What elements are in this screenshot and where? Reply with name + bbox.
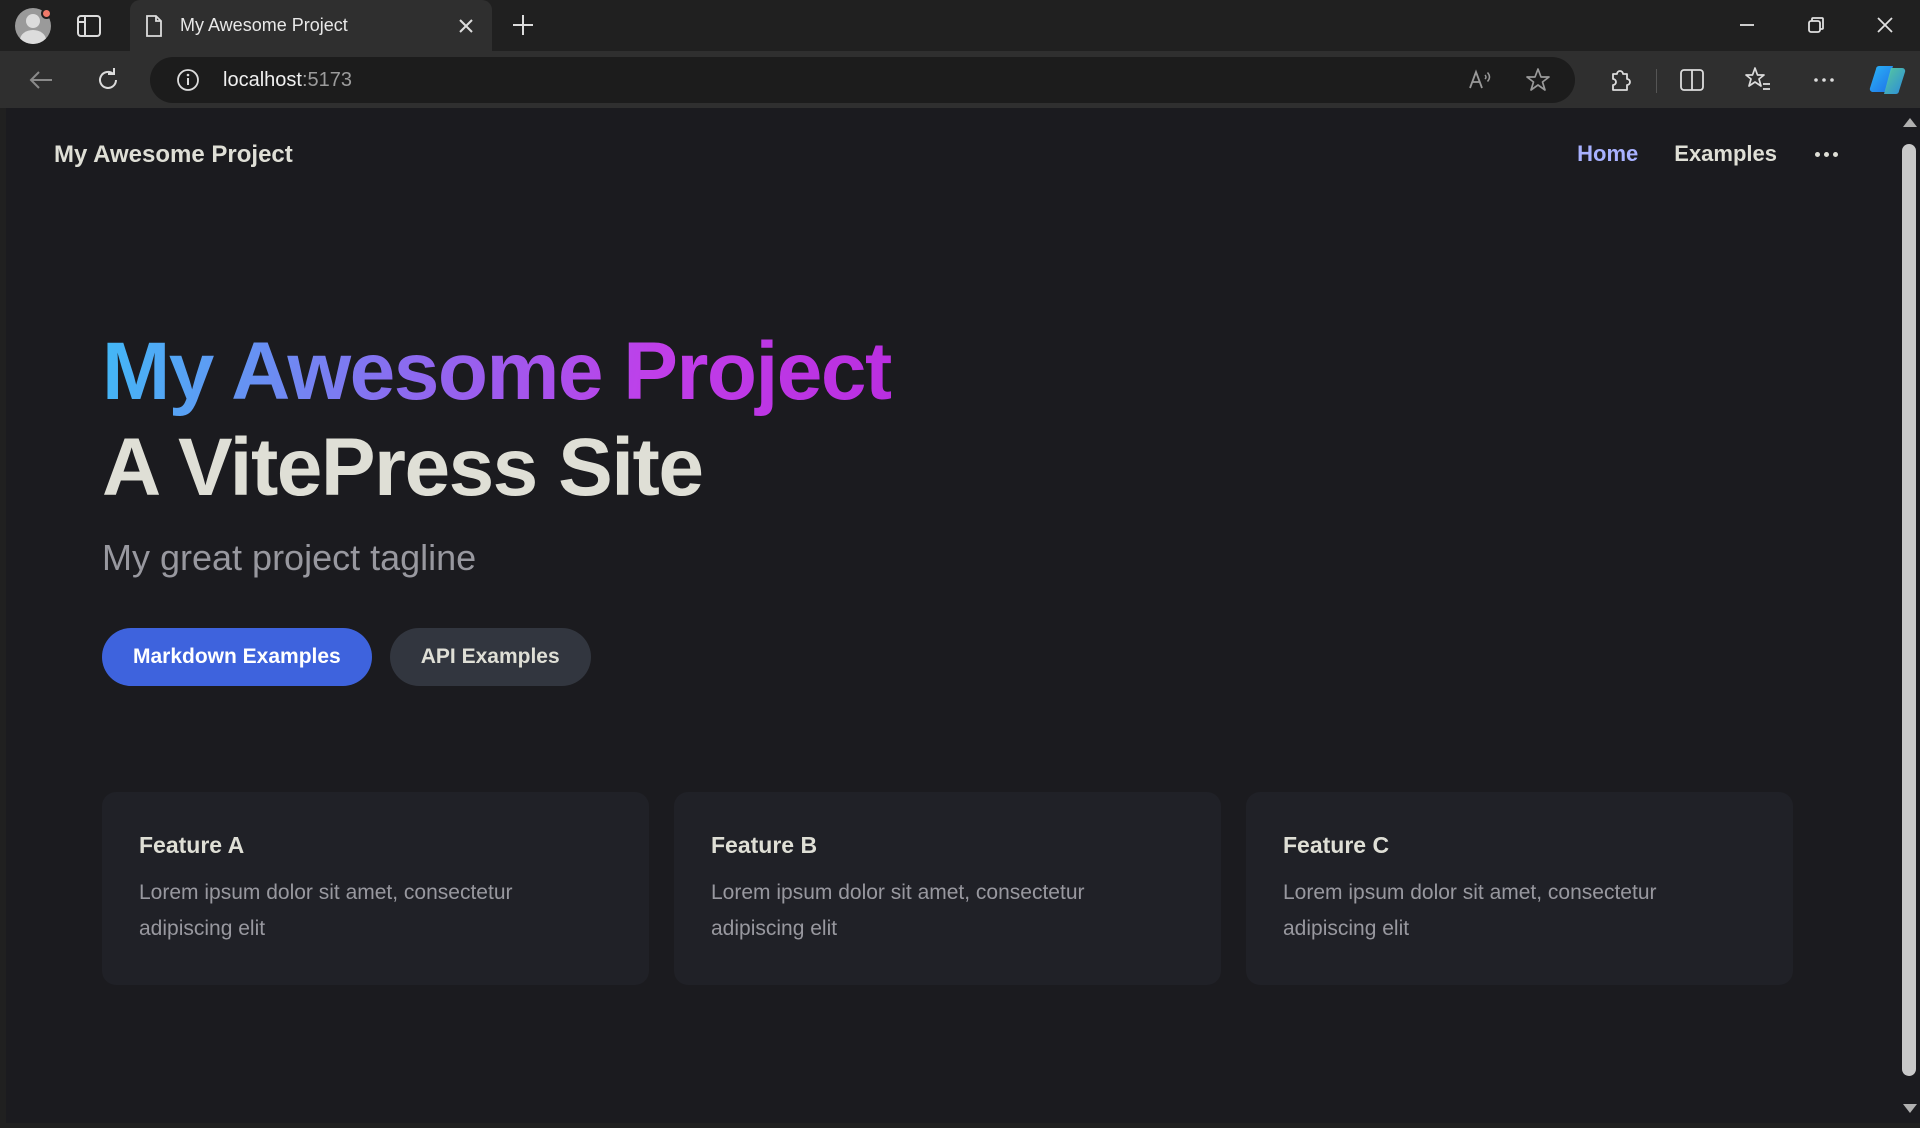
nav-links: Home Examples (1541, 141, 1838, 167)
site-info-icon[interactable] (176, 68, 200, 92)
scroll-up-arrow-icon[interactable] (1903, 118, 1917, 127)
split-screen-icon[interactable] (1677, 65, 1707, 95)
scroll-down-arrow-icon[interactable] (1903, 1104, 1917, 1113)
favorite-star-icon[interactable] (1525, 67, 1551, 93)
feature-details: Lorem ipsum dolor sit amet, consectetur … (1283, 881, 1657, 940)
hero-name: My Awesome Project (102, 324, 892, 420)
feature-title: Feature B (711, 832, 818, 858)
browser-tabstrip: My Awesome Project (0, 0, 1920, 51)
close-window-icon[interactable] (1872, 12, 1898, 38)
browser-tab[interactable]: My Awesome Project (130, 0, 492, 51)
hero-actions: Markdown Examples API Examples (102, 628, 1802, 686)
reload-icon[interactable] (93, 65, 123, 95)
hero-tagline: My great project tagline (102, 537, 477, 578)
document-icon (146, 15, 162, 37)
feature-details: Lorem ipsum dolor sit amet, consectetur … (711, 881, 1085, 940)
feature-card: Feature C Lorem ipsum dolor sit amet, co… (1246, 792, 1793, 985)
features-section: Feature A Lorem ipsum dolor sit amet, co… (102, 792, 1793, 985)
toolbar-separator (1656, 69, 1657, 93)
address-bar[interactable]: localhost:5173 (150, 57, 1575, 103)
new-tab-icon[interactable] (510, 12, 536, 38)
tab-title: My Awesome Project (180, 15, 348, 35)
tab-actions-icon[interactable] (76, 14, 102, 38)
url-text[interactable]: localhost:5173 (223, 69, 352, 92)
read-aloud-icon[interactable] (1467, 67, 1493, 93)
copilot-icon[interactable] (1869, 62, 1907, 98)
notification-dot (41, 8, 52, 19)
nav-link-home[interactable]: Home (1577, 141, 1638, 167)
more-menu-icon[interactable] (1815, 142, 1838, 166)
page-viewport: My Awesome Project Home Examples My Awes… (6, 108, 1920, 1123)
feature-card: Feature B Lorem ipsum dolor sit amet, co… (674, 792, 1221, 985)
restore-icon[interactable] (1803, 12, 1829, 38)
site-title[interactable]: My Awesome Project (54, 141, 293, 169)
extensions-icon[interactable] (1605, 65, 1635, 95)
feature-details: Lorem ipsum dolor sit amet, consectetur … (139, 881, 513, 940)
feature-title: Feature C (1283, 832, 1390, 858)
minimize-icon[interactable] (1734, 12, 1760, 38)
nav-link-examples[interactable]: Examples (1674, 141, 1777, 167)
settings-more-icon[interactable] (1809, 65, 1839, 95)
hero-text: A VitePress Site (102, 422, 704, 513)
browser-toolbar: localhost:5173 (0, 51, 1920, 108)
back-icon[interactable] (26, 65, 56, 95)
feature-title: Feature A (139, 832, 245, 858)
favorites-icon[interactable] (1743, 65, 1773, 95)
feature-card: Feature A Lorem ipsum dolor sit amet, co… (102, 792, 649, 985)
vertical-scrollbar[interactable] (1898, 108, 1920, 1123)
markdown-examples-button[interactable]: Markdown Examples (102, 628, 372, 686)
close-tab-icon[interactable] (455, 15, 477, 37)
scrollbar-thumb[interactable] (1902, 144, 1916, 1076)
site-navbar: My Awesome Project Home Examples (6, 108, 1898, 202)
hero-section: My Awesome Project A VitePress Site My g… (102, 324, 1802, 686)
api-examples-button[interactable]: API Examples (389, 628, 591, 686)
